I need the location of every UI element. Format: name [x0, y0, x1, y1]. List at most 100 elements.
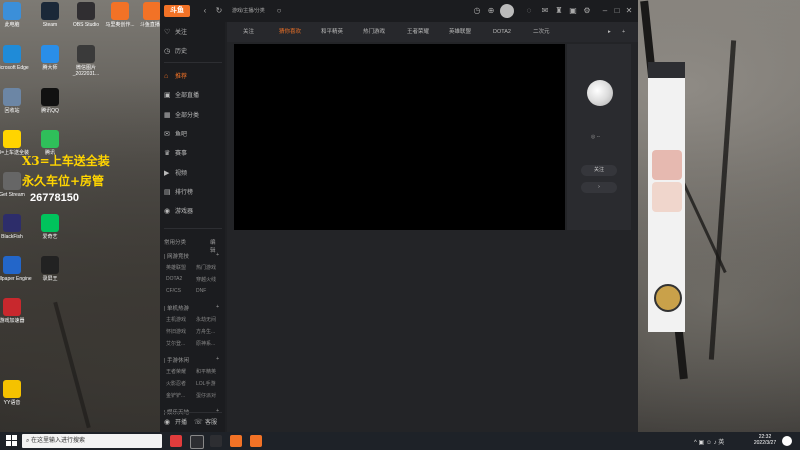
- category-link[interactable]: 蛋仔派对: [196, 392, 216, 399]
- sidebar-section-header[interactable]: | 网游竞技 +: [164, 252, 219, 260]
- category-link[interactable]: 方舟生...: [196, 328, 215, 335]
- sidebar-item[interactable]: ▣ 全部直播: [164, 89, 199, 103]
- sidebar-bottom-item[interactable]: ☏ 客服: [194, 416, 217, 430]
- sidebar-item[interactable]: ⌂ 推荐: [164, 70, 187, 84]
- sidebar-section-header[interactable]: | 单机热游 +: [164, 304, 219, 312]
- history-icon[interactable]: ◷: [472, 6, 482, 16]
- category-link[interactable]: DOTA2: [166, 276, 182, 282]
- streamer-avatar[interactable]: [587, 80, 613, 106]
- video-player[interactable]: [234, 44, 565, 230]
- taskbar-app-icon[interactable]: [190, 435, 204, 449]
- desktop-icon[interactable]: 录屏王: [30, 256, 70, 282]
- add-icon[interactable]: +: [216, 356, 219, 362]
- category-tab[interactable]: 英雄联盟: [449, 22, 471, 42]
- category-link[interactable]: LOL手游: [196, 380, 215, 387]
- desktop-icon[interactable]: 游戏加速器: [0, 298, 32, 324]
- category-tab[interactable]: 王者荣耀: [407, 22, 429, 42]
- category-tab[interactable]: DOTA2: [493, 22, 511, 42]
- sidebar-divider: [164, 412, 222, 413]
- desktop-icon-label: Wallpaper Engine: [0, 276, 32, 282]
- taskbar-app-icon[interactable]: [210, 435, 222, 447]
- desktop-icon[interactable]: 微信图片_2022031...: [66, 45, 106, 77]
- sidebar-item[interactable]: ♛ 赛事: [164, 147, 187, 161]
- system-tray[interactable]: ^ ▣ ☺ ♪ 英: [694, 437, 724, 446]
- category-link[interactable]: 王者荣耀: [166, 368, 186, 375]
- category-tab[interactable]: 和平精英: [321, 22, 343, 42]
- desktop-icon[interactable]: YY语音: [0, 380, 32, 406]
- sidebar-item[interactable]: ▶ 视频: [164, 167, 187, 181]
- maximize-icon[interactable]: □: [612, 6, 622, 16]
- shirt-icon[interactable]: ♜: [554, 6, 564, 16]
- taskbar-app-icon[interactable]: [230, 435, 242, 447]
- taskbar-app-icon[interactable]: [250, 435, 262, 447]
- taskbar-search[interactable]: ⌕ 在这里输入进行搜索: [22, 434, 162, 448]
- desktop-app-icon: [3, 45, 21, 63]
- sidebar-divider: [164, 228, 222, 229]
- sidebar-item[interactable]: ◉ 游戏器: [164, 205, 193, 219]
- app-logo[interactable]: 斗鱼: [164, 5, 190, 17]
- address-text[interactable]: 游戏/主播/分类: [232, 7, 265, 14]
- category-link[interactable]: 主机游戏: [166, 316, 186, 323]
- sidebar-section-header[interactable]: | 手游休闲 +: [164, 356, 219, 364]
- message-icon[interactable]: ✉: [540, 6, 550, 16]
- sidebar-bottom-label: 开播: [175, 420, 188, 426]
- category-link[interactable]: 火影忍者: [166, 380, 186, 387]
- category-link[interactable]: 永劫无间: [196, 316, 216, 323]
- category-link[interactable]: CF/CS: [166, 288, 181, 294]
- desktop-icon[interactable]: 此电脑: [0, 2, 32, 28]
- tabs-add-icon[interactable]: +: [622, 22, 625, 42]
- sidebar-item[interactable]: ▦ 全部分类: [164, 109, 199, 123]
- category-link[interactable]: 英雄联盟: [166, 264, 186, 271]
- back-icon[interactable]: ‹: [200, 6, 210, 16]
- windows-start-icon[interactable]: [6, 435, 18, 447]
- category-link[interactable]: 怀旧游戏: [166, 328, 186, 335]
- desktop-icon[interactable]: 回收站: [0, 88, 32, 114]
- category-link[interactable]: 艾尔登...: [166, 340, 185, 347]
- close-icon[interactable]: ✕: [624, 6, 634, 16]
- search-icon[interactable]: ○: [274, 6, 284, 16]
- category-tab[interactable]: 热门游戏: [363, 22, 385, 42]
- next-button[interactable]: ›: [581, 182, 617, 193]
- category-tab[interactable]: 二次元: [533, 22, 550, 42]
- category-link[interactable]: 原神系...: [196, 340, 215, 347]
- desktop-icon-label: 此电脑: [4, 22, 20, 28]
- tabs-next-icon[interactable]: ▸: [608, 22, 611, 42]
- taskbar-clock[interactable]: 22:32 2022/3/27: [752, 434, 778, 446]
- desktop-icon[interactable]: 腾大师: [30, 45, 70, 71]
- desktop-icon[interactable]: 腾讯QQ: [30, 88, 70, 114]
- follow-button[interactable]: 关注: [581, 165, 617, 176]
- gift-icon[interactable]: ▣: [568, 6, 578, 16]
- category-tab[interactable]: 猜你喜欢: [279, 22, 301, 42]
- category-link[interactable]: DNF: [196, 288, 206, 294]
- edit-link[interactable]: 编辑: [210, 238, 216, 254]
- user-avatar[interactable]: [500, 4, 514, 18]
- desktop-app-icon: [143, 2, 161, 20]
- category-link[interactable]: 热门游戏: [196, 264, 216, 271]
- add-icon[interactable]: +: [216, 408, 219, 414]
- minimize-icon[interactable]: –: [600, 6, 610, 16]
- sidebar-item[interactable]: ♡ 关注: [164, 26, 187, 40]
- desktop-icon-label: BlackFish: [1, 234, 23, 240]
- settings-icon[interactable]: ⚙: [582, 6, 592, 16]
- desktop-icon[interactable]: BlackFish: [0, 214, 32, 240]
- desktop-app-icon: [41, 256, 59, 274]
- sidebar-item[interactable]: ▤ 排行榜: [164, 186, 193, 200]
- desktop-icon[interactable]: Microsoft Edge: [0, 45, 32, 71]
- category-link[interactable]: 穿越火线: [196, 276, 216, 283]
- category-link[interactable]: 金铲铲...: [166, 392, 185, 399]
- sidebar-item[interactable]: ✉ 鱼吧: [164, 128, 187, 142]
- desktop-icon[interactable]: Wallpaper Engine: [0, 256, 32, 282]
- notification-icon[interactable]: [782, 436, 792, 446]
- download-icon[interactable]: ⊕: [486, 6, 496, 16]
- category-tab[interactable]: 关注: [243, 22, 254, 42]
- add-icon[interactable]: +: [216, 304, 219, 310]
- add-icon[interactable]: +: [216, 252, 219, 258]
- desktop-icon[interactable]: Steam: [30, 2, 70, 28]
- sidebar-item[interactable]: ◷ 历史: [164, 45, 187, 59]
- refresh-icon[interactable]: ↻: [214, 6, 224, 16]
- desktop-icon[interactable]: 爱奇艺: [30, 214, 70, 240]
- category-link[interactable]: 和平精英: [196, 368, 216, 375]
- sidebar-bottom-item[interactable]: ◉ 开播: [164, 416, 187, 430]
- sidebar-item-icon: ▣: [164, 92, 171, 100]
- taskbar-app-icon[interactable]: [170, 435, 182, 447]
